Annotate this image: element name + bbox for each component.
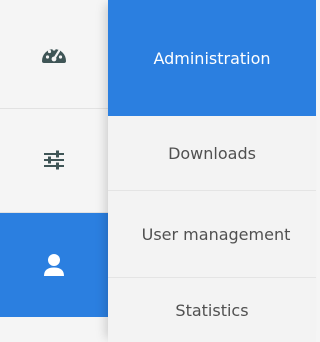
rail-item-dashboard[interactable] [0, 0, 108, 109]
menu-item-administration[interactable]: Administration [108, 0, 316, 116]
rail-item-user[interactable] [0, 213, 108, 317]
menu-item-label: Administration [153, 48, 271, 68]
sliders-icon [43, 150, 65, 170]
icon-rail [0, 0, 108, 342]
menu-item-label: Statistics [175, 300, 249, 320]
menu-item-label: User management [141, 224, 291, 244]
rail-item-settings[interactable] [0, 108, 108, 213]
user-icon [43, 253, 65, 277]
menu-item-statistics[interactable]: Statistics [108, 278, 316, 342]
submenu-panel: Administration Downloads User management… [108, 0, 316, 342]
menu-item-user-management[interactable]: User management [108, 191, 316, 278]
menu-item-downloads[interactable]: Downloads [108, 116, 316, 191]
dashboard-icon [40, 42, 68, 66]
menu-item-label: Downloads [168, 143, 256, 163]
